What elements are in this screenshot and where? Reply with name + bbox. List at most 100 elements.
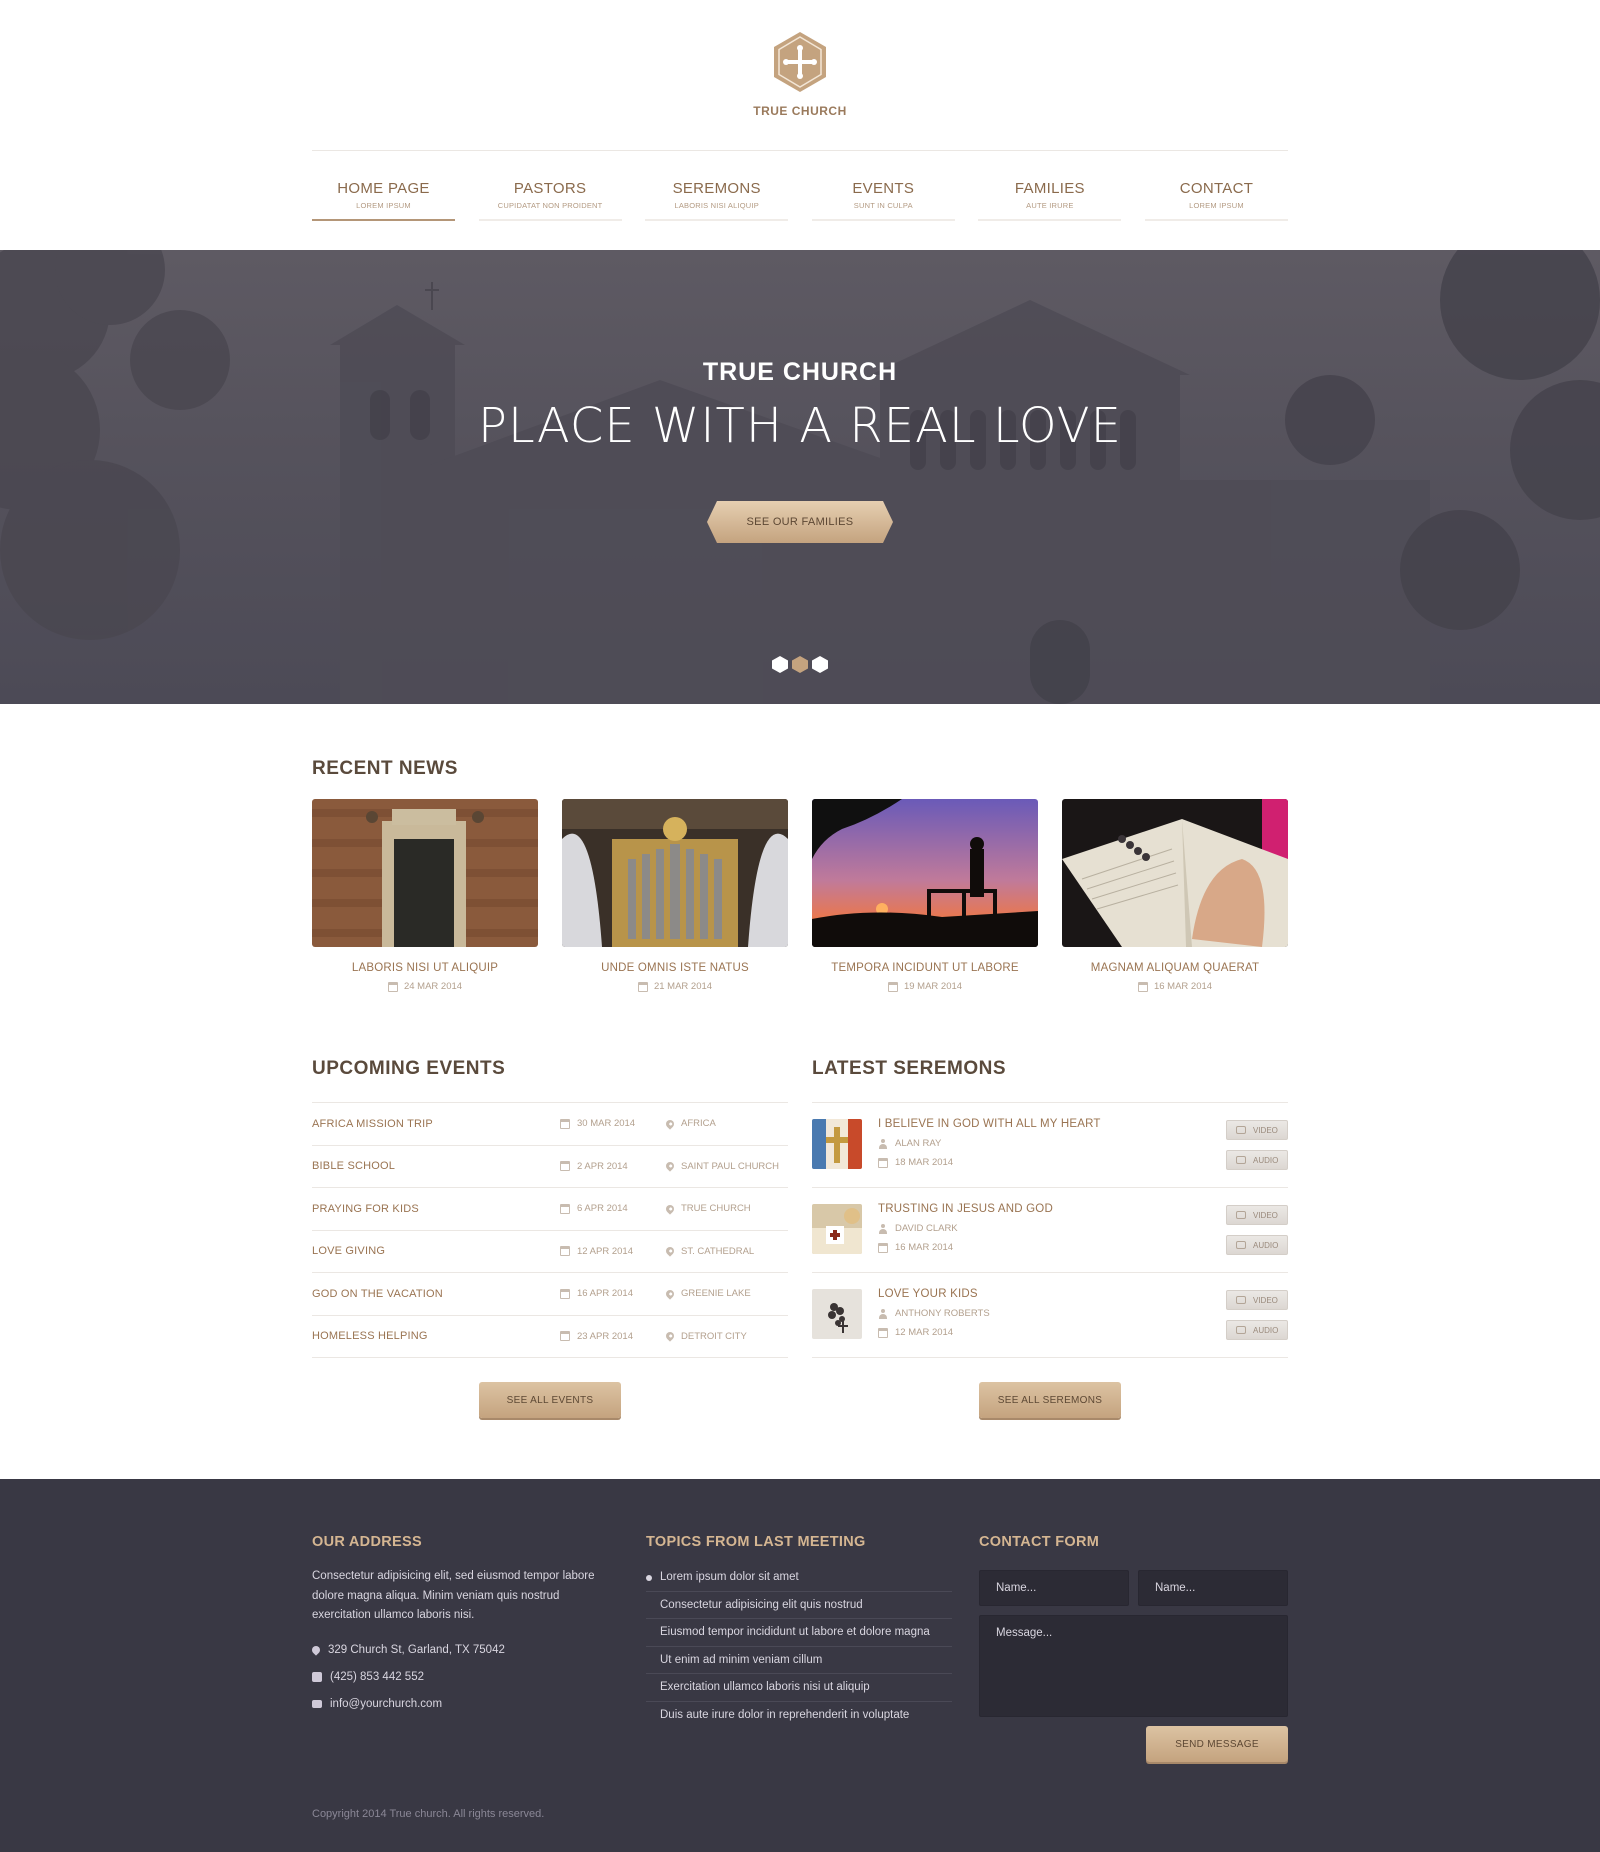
sermon-thumbnail[interactable] — [812, 1119, 862, 1169]
see-all-sermons-button[interactable]: SEE ALL SEREMONS — [979, 1382, 1121, 1418]
logo[interactable]: TRUE CHURCH — [700, 30, 900, 118]
slider-dot-1[interactable] — [772, 656, 788, 673]
event-date-text: 23 APR 2014 — [577, 1330, 633, 1342]
latest-sermons-section: LATEST SEREMONS I BELIEVE IN GOD WITH AL… — [812, 1058, 1288, 1418]
events-list: AFRICA MISSION TRIP 30 MAR 2014 AFRICA B… — [312, 1102, 788, 1358]
send-message-button[interactable]: SEND MESSAGE — [1146, 1726, 1288, 1762]
news-card[interactable]: TEMPORA INCIDUNT UT LABORE 19 MAR 2014 — [812, 799, 1038, 992]
topics-title: TOPICS FROM LAST MEETING — [646, 1534, 866, 1550]
event-row[interactable]: BIBLE SCHOOL 2 APR 2014 SAINT PAUL CHURC… — [312, 1146, 788, 1188]
sermon-date-text: 12 MAR 2014 — [895, 1327, 954, 1338]
calendar-icon — [887, 981, 898, 992]
brand-name: TRUE CHURCH — [753, 104, 847, 118]
nav-label: SEREMONS — [672, 180, 761, 197]
news-card[interactable]: UNDE OMNIS ISTE NATUS 21 MAR 2014 — [562, 799, 788, 992]
sermon-thumbnail[interactable] — [812, 1289, 862, 1339]
sermon-thumbnail[interactable] — [812, 1204, 862, 1254]
news-grid: LABORIS NISI UT ALIQUIP 24 MAR 2014 UNDE… — [312, 799, 1288, 992]
event-row[interactable]: LOVE GIVING 12 APR 2014 ST. CATHEDRAL — [312, 1231, 788, 1273]
news-date-text: 19 MAR 2014 — [903, 981, 963, 992]
church-background-image — [0, 250, 1600, 704]
topic-item[interactable]: Exercitation ullamco laboris nisi ut ali… — [646, 1674, 952, 1702]
nav-label: PASTORS — [513, 180, 587, 197]
video-button[interactable]: VIDEO — [1226, 1290, 1288, 1310]
video-button[interactable]: VIDEO — [1226, 1205, 1288, 1225]
event-row[interactable]: AFRICA MISSION TRIP 30 MAR 2014 AFRICA — [312, 1103, 788, 1146]
person-icon — [878, 1223, 888, 1234]
slider-dot-3[interactable] — [812, 656, 828, 673]
news-date-text: 21 MAR 2014 — [653, 981, 713, 992]
nav-item-seremons[interactable]: SEREMONS LABORIS NISI ALIQUIP — [645, 180, 789, 221]
event-location: AFRICA — [664, 1118, 788, 1130]
name-input[interactable] — [979, 1570, 1129, 1606]
event-location-text: AFRICA — [681, 1118, 716, 1130]
nav-label: CONTACT — [1179, 180, 1254, 197]
news-title: TEMPORA INCIDUNT UT LABORE — [831, 962, 1019, 974]
see-families-button[interactable]: SEE OUR FAMILIES — [707, 501, 893, 543]
calendar-icon — [560, 1246, 570, 1257]
recent-news-title: RECENT NEWS — [312, 758, 458, 779]
topic-item[interactable]: Consectetur adipisicing elit quis nostru… — [646, 1592, 952, 1619]
event-row[interactable]: HOMELESS HELPING 23 APR 2014 DETROIT CIT… — [312, 1316, 788, 1358]
nav-label: EVENTS — [852, 180, 915, 197]
event-row[interactable]: PRAYING FOR KIDS 6 APR 2014 TRUE CHURCH — [312, 1188, 788, 1231]
site-header: TRUE CHURCH HOME PAGE LOREM IPSUM PASTOR… — [0, 0, 1600, 250]
news-title: UNDE OMNIS ISTE NATUS — [601, 962, 749, 974]
headphones-icon — [1236, 1326, 1246, 1334]
contact-form-title: CONTACT FORM — [979, 1534, 1100, 1550]
header-divider — [312, 150, 1288, 151]
topic-item[interactable]: Ut enim ad minim veniam cillum — [646, 1647, 952, 1674]
video-button[interactable]: VIDEO — [1226, 1120, 1288, 1140]
sermon-author-text: ALAN RAY — [895, 1138, 942, 1149]
hero-slider: TRUE CHURCH PLACE WITH A REAL LOVE SEE O… — [0, 250, 1600, 704]
play-icon — [1236, 1296, 1246, 1304]
audio-button[interactable]: AUDIO — [1226, 1150, 1288, 1170]
news-date: 21 MAR 2014 — [562, 981, 788, 992]
name-input-2[interactable] — [1138, 1570, 1288, 1606]
nav-sublabel: AUTE IRURE — [1026, 201, 1074, 210]
topic-item[interactable]: Duis aute irure dolor in reprehenderit i… — [646, 1702, 952, 1730]
address-street: 329 Church St, Garland, TX 75042 — [310, 1643, 612, 1656]
calendar-icon — [878, 1157, 888, 1168]
nav-item-contact[interactable]: CONTACT LOREM IPSUM — [1144, 180, 1288, 221]
nav-item-home[interactable]: HOME PAGE LOREM IPSUM — [312, 180, 455, 221]
sunset-prayer-image — [812, 799, 1038, 947]
sermon-date-text: 18 MAR 2014 — [895, 1157, 954, 1168]
nav-label: HOME PAGE — [337, 180, 430, 197]
slider-dot-2-active[interactable] — [792, 656, 808, 673]
church-door-image — [312, 799, 538, 947]
audio-button[interactable]: AUDIO — [1226, 1320, 1288, 1340]
calendar-icon — [1137, 981, 1148, 992]
name-fields — [979, 1570, 1288, 1606]
nav-sublabel: CUPIDATAT NON PROIDENT — [497, 201, 603, 210]
event-name: LOVE GIVING — [312, 1245, 386, 1258]
envelope-icon — [312, 1699, 322, 1708]
event-name: AFRICA MISSION TRIP — [312, 1117, 433, 1130]
news-card[interactable]: LABORIS NISI UT ALIQUIP 24 MAR 2014 — [312, 799, 538, 992]
nav-item-events[interactable]: EVENTS SUNT IN CULPA — [811, 180, 955, 221]
location-pin-icon — [310, 1643, 322, 1656]
audio-button[interactable]: AUDIO — [1226, 1235, 1288, 1255]
address-text: Consectetur adipisicing elit, sed eiusmo… — [312, 1570, 595, 1621]
event-row[interactable]: GOD ON THE VACATION 16 APR 2014 GREENIE … — [312, 1273, 788, 1316]
footer-topics: TOPICS FROM LAST MEETING Lorem ipsum dol… — [646, 1534, 952, 1729]
event-location-text: ST. CATHEDRAL — [681, 1245, 755, 1257]
sermons-list: I BELIEVE IN GOD WITH ALL MY HEART ALAN … — [812, 1102, 1288, 1358]
phone-text: (425) 853 442 552 — [330, 1670, 424, 1683]
email-text: info@yourchurch.com — [330, 1697, 443, 1710]
event-location: DETROIT CITY — [664, 1330, 788, 1342]
media-buttons: VIDEO AUDIO — [1226, 1205, 1288, 1255]
message-textarea[interactable] — [979, 1615, 1288, 1717]
nav-item-pastors[interactable]: PASTORS CUPIDATAT NON PROIDENT — [478, 180, 622, 221]
news-card[interactable]: MAGNAM ALIQUAM QUAERAT 16 MAR 2014 — [1062, 799, 1288, 992]
event-date: 2 APR 2014 — [560, 1161, 666, 1172]
nav-item-families[interactable]: FAMILIES AUTE IRURE — [978, 180, 1122, 221]
event-location: SAINT PAUL CHURCH — [664, 1160, 788, 1172]
topic-item[interactable]: Eiusmod tempor incididunt ut labore et d… — [646, 1619, 952, 1647]
sermon-row: I BELIEVE IN GOD WITH ALL MY HEART ALAN … — [812, 1103, 1288, 1188]
address-email[interactable]: info@yourchurch.com — [312, 1698, 612, 1710]
topic-item[interactable]: Lorem ipsum dolor sit amet — [646, 1564, 952, 1592]
see-all-events-button[interactable]: SEE ALL EVENTS — [479, 1382, 621, 1418]
location-pin-icon — [664, 1160, 676, 1172]
news-date: 24 MAR 2014 — [312, 981, 538, 992]
